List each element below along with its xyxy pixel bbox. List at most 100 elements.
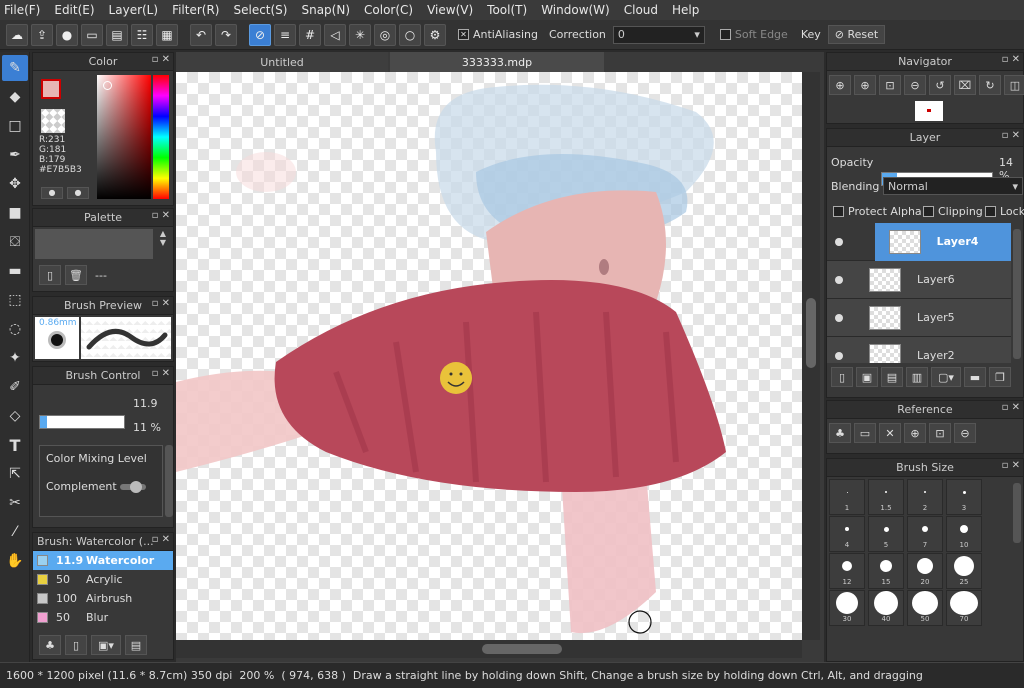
divide-tool-icon[interactable]: ✂	[2, 490, 28, 516]
brush-size-preset[interactable]: 1	[829, 479, 865, 515]
snap-off-icon[interactable]: ⊘	[249, 23, 271, 46]
brush-item[interactable]: 50 Acrylic	[33, 570, 173, 589]
panel-close-icon[interactable]: ▫ ✕	[152, 534, 170, 545]
brush-size-slider[interactable]	[39, 415, 125, 429]
foreground-color-swatch[interactable]	[41, 79, 61, 99]
panel-close-icon[interactable]: ▫ ✕	[1002, 130, 1020, 141]
visibility-icon[interactable]	[835, 237, 843, 246]
menu-select[interactable]: Select(S)	[233, 3, 287, 17]
layer-row[interactable]: Layer4 ⚙	[827, 223, 1011, 261]
brush-size-preset[interactable]: 12	[829, 553, 865, 589]
snap-parallel-icon[interactable]: ≡	[274, 23, 296, 46]
panel-close-icon[interactable]: ▫ ✕	[1002, 54, 1020, 65]
chat-icon[interactable]: ▭	[81, 23, 103, 46]
brush-item[interactable]: 50 Blur	[33, 608, 173, 627]
fit-screen-icon[interactable]: ⊡	[879, 75, 901, 95]
menu-window[interactable]: Window(W)	[541, 3, 610, 17]
brush-size-preset[interactable]: 70	[946, 590, 982, 626]
menu-filter[interactable]: Filter(R)	[172, 3, 219, 17]
panel-close-icon[interactable]: ▫ ✕	[152, 298, 170, 309]
tab-untitled[interactable]: Untitled	[176, 52, 388, 72]
new-layer-icon[interactable]: ▯	[831, 367, 853, 387]
text-tool-icon[interactable]: T	[2, 432, 28, 458]
horizontal-scroll-thumb[interactable]	[482, 644, 562, 654]
menu-view[interactable]: View(V)	[427, 3, 473, 17]
saturation-value-picker[interactable]	[97, 75, 151, 199]
brush-size-preset[interactable]: 7	[907, 516, 943, 552]
brush-save-icon[interactable]: ▤	[125, 635, 147, 655]
panel-close-icon[interactable]: ▫ ✕	[152, 368, 170, 379]
color-add-icon[interactable]: ●	[41, 187, 63, 199]
brush-size-preset[interactable]: 25	[946, 553, 982, 589]
snap-radial-icon[interactable]: ◁	[324, 23, 346, 46]
brush-size-preset[interactable]: 20	[907, 553, 943, 589]
panel-close-icon[interactable]: ▫ ✕	[152, 210, 170, 221]
menu-edit[interactable]: Edit(E)	[54, 3, 94, 17]
tab-active[interactable]: 333333.mdp	[390, 52, 604, 72]
brush-size-preset[interactable]: 4	[829, 516, 865, 552]
grid-icon[interactable]: ▦	[156, 23, 178, 46]
panel-close-icon[interactable]: ▫ ✕	[1002, 460, 1020, 471]
soft-edge-checkbox[interactable]: Soft Edge	[719, 28, 788, 41]
brush-item[interactable]: 11.9 Watercolor	[33, 551, 173, 570]
add-layer-menu-icon[interactable]: ▢▾	[931, 367, 961, 387]
new-palette-icon[interactable]: ▯	[39, 265, 61, 285]
brush-size-scrollbar[interactable]	[1013, 483, 1021, 543]
duplicate-layer-icon[interactable]: ❐	[989, 367, 1011, 387]
transparent-swatch[interactable]	[41, 109, 65, 133]
vertical-scroll-thumb[interactable]	[806, 298, 816, 368]
brush-size-preset[interactable]: 40	[868, 590, 904, 626]
new-8bit-layer-icon[interactable]: ▤	[881, 367, 903, 387]
select-pen-tool-icon[interactable]: ✐	[2, 374, 28, 400]
rotate-left-icon[interactable]: ↺	[929, 75, 951, 95]
snap-burst-icon[interactable]: ✳	[349, 23, 371, 46]
brush-menu-icon[interactable]: ▣▾	[91, 635, 121, 655]
cloud-icon[interactable]: ☁	[6, 23, 28, 46]
reference-tree-icon[interactable]: ♣	[829, 423, 851, 443]
horizontal-scrollbar[interactable]	[176, 640, 802, 658]
lasso-tool-icon[interactable]: ◌	[2, 316, 28, 342]
layer-scrollbar[interactable]	[1013, 229, 1021, 359]
eyedropper-tool-icon[interactable]: ⁄	[2, 519, 28, 545]
complement-slider[interactable]	[120, 481, 146, 493]
brush-tool-icon[interactable]: ✎	[2, 55, 28, 81]
visibility-icon[interactable]	[835, 351, 843, 360]
settings-icon[interactable]: ⚙	[424, 23, 446, 46]
menu-tool[interactable]: Tool(T)	[487, 3, 527, 17]
delete-palette-icon[interactable]: 🗑	[65, 265, 87, 285]
brush-size-preset[interactable]: 30	[829, 590, 865, 626]
reference-fit-icon[interactable]: ⊡	[929, 423, 951, 443]
undo-icon[interactable]: ↶	[190, 23, 212, 46]
new-folder-icon[interactable]: ▬	[964, 367, 986, 387]
vertical-scrollbar[interactable]	[802, 72, 820, 640]
shape-tool-icon[interactable]: □	[2, 113, 28, 139]
eraser-tool-icon[interactable]: ◆	[2, 84, 28, 110]
layer-row[interactable]: Layer6	[827, 261, 1011, 299]
panel-close-icon[interactable]: ▫ ✕	[1002, 402, 1020, 413]
antialiasing-checkbox[interactable]: ✕ AntiAliasing	[458, 28, 538, 41]
brush-size-preset[interactable]: 1.5	[868, 479, 904, 515]
protect-alpha-checkbox[interactable]: Protect Alpha	[833, 205, 922, 218]
list-icon[interactable]: ☷	[131, 23, 153, 46]
clipping-checkbox[interactable]: Clipping	[923, 205, 983, 218]
reference-zoom-in-icon[interactable]: ⊕	[904, 423, 926, 443]
snap-grid-icon[interactable]: #	[299, 23, 321, 46]
visibility-icon[interactable]	[835, 313, 843, 322]
new-halftone-layer-icon[interactable]: ▣	[856, 367, 878, 387]
blending-select[interactable]: Normal ▾	[883, 177, 1023, 195]
lock-checkbox[interactable]: Lock	[985, 205, 1024, 218]
snap-circle-icon[interactable]: ◎	[374, 23, 396, 46]
zoom-out-icon[interactable]: ⊖	[904, 75, 926, 95]
rotate-right-icon[interactable]: ↻	[979, 75, 1001, 95]
brush-new-icon[interactable]: ▯	[65, 635, 87, 655]
panel-close-icon[interactable]: ▫ ✕	[152, 54, 170, 65]
brush-size-preset[interactable]: 10	[946, 516, 982, 552]
snap-curve-icon[interactable]: ○	[399, 23, 421, 46]
palette-swatches[interactable]	[35, 229, 153, 259]
menu-layer[interactable]: Layer(L)	[109, 3, 159, 17]
fit-icon[interactable]: ⌧	[954, 75, 976, 95]
pen-tool-icon[interactable]: ✒	[2, 142, 28, 168]
brush-item[interactable]: 100 Airbrush	[33, 589, 173, 608]
menu-cloud[interactable]: Cloud	[624, 3, 658, 17]
zoom-plus-icon[interactable]: ⊕	[854, 75, 876, 95]
